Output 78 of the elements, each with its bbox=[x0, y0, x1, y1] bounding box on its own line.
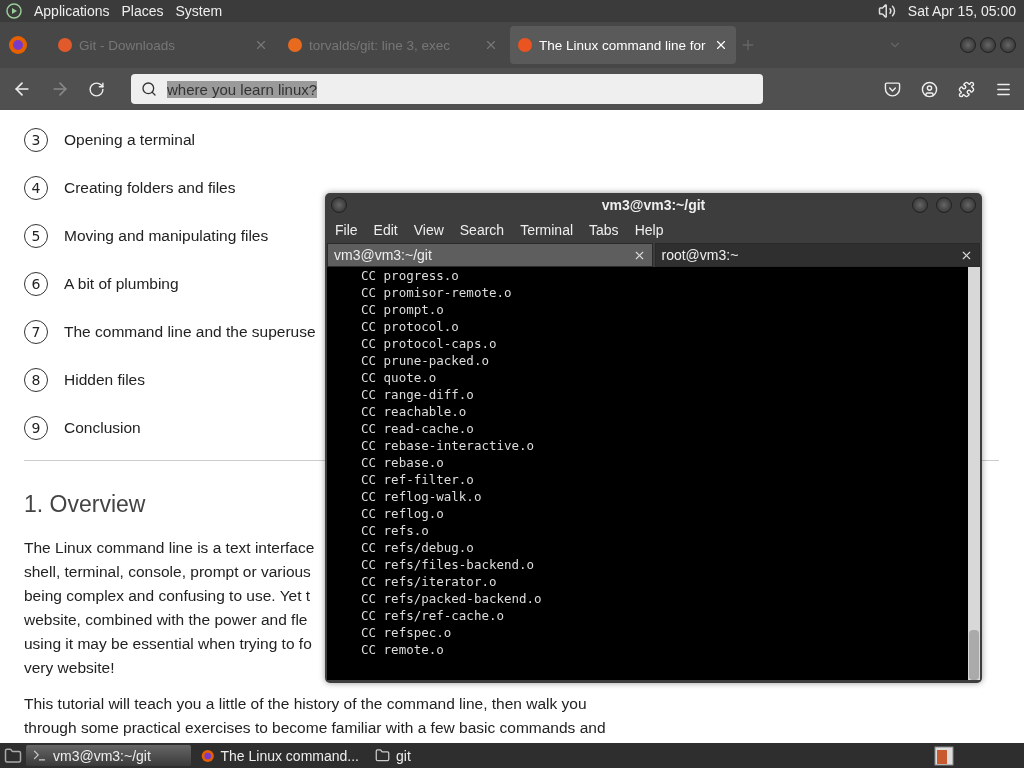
menu-item[interactable]: Terminal bbox=[514, 220, 580, 240]
output-line: CC reflog-walk.o bbox=[361, 488, 483, 505]
close-icon[interactable] bbox=[714, 38, 728, 52]
menu-item[interactable]: Tabs bbox=[583, 220, 625, 240]
site-icon bbox=[288, 38, 302, 52]
output-line: CC promisor-remote.o bbox=[361, 284, 513, 301]
output-line: CC refs/files-backend.o bbox=[361, 556, 536, 573]
output-line: CC reflog.o bbox=[361, 505, 445, 522]
output-line: CC ref-filter.o bbox=[361, 471, 475, 488]
pocket-icon[interactable] bbox=[884, 80, 901, 98]
browser-logo-icon bbox=[201, 747, 215, 764]
output-line: CC refs/ref-cache.o bbox=[361, 607, 505, 624]
browser-logo-icon[interactable] bbox=[8, 35, 28, 55]
step-link[interactable]: Moving and manipulating files bbox=[64, 227, 269, 245]
clock: Sat Apr 15, 05:00 bbox=[907, 3, 1016, 19]
window-control-icon[interactable] bbox=[960, 197, 976, 213]
account-icon[interactable] bbox=[921, 80, 938, 98]
browser-tab[interactable]: The Linux command line for bbox=[510, 26, 736, 64]
step-link[interactable]: Conclusion bbox=[64, 419, 141, 437]
search-icon bbox=[141, 81, 157, 97]
output-line: CC refs/debug.o bbox=[361, 539, 475, 556]
desktop-icon[interactable] bbox=[4, 746, 22, 765]
output-line: CC refs.o bbox=[361, 522, 430, 539]
panel-menu[interactable]: Places bbox=[121, 3, 164, 19]
menu-item[interactable]: Help bbox=[628, 220, 670, 240]
output-line: CC range-diff.o bbox=[361, 386, 475, 403]
address-field[interactable]: where you learn linux? bbox=[131, 74, 763, 104]
terminal-tab[interactable]: vm3@vm3:~/git bbox=[327, 243, 653, 267]
step-link[interactable]: Hidden files bbox=[64, 371, 145, 389]
output-line: CC prune-packed.o bbox=[361, 352, 490, 369]
output-line: CC refs/iterator.o bbox=[361, 573, 498, 590]
terminal-window[interactable] bbox=[325, 193, 982, 683]
output-line: CC protocol.o bbox=[361, 318, 460, 335]
output-line: CC refs/packed-backend.o bbox=[361, 590, 543, 607]
window-control-icon[interactable] bbox=[912, 197, 928, 213]
output-line: CC quote.o bbox=[361, 369, 438, 386]
window-title: vm3@vm3:~/git bbox=[601, 197, 706, 213]
volume-icon[interactable] bbox=[877, 2, 896, 20]
step-link[interactable]: The command line and the superuse bbox=[64, 323, 316, 341]
window-control-icon[interactable] bbox=[980, 37, 996, 53]
taskbar-item[interactable]: git bbox=[369, 745, 449, 766]
output-line: CC remote.o bbox=[361, 641, 445, 658]
paragraph: The Linux command line is a text interface shell, terminal, console, prompt or various being complex and confusing to use. Yet t website, combined with the power and fle using it may be essential when trying to fo very website! bbox=[24, 538, 315, 678]
output-line: CC read-cache.o bbox=[361, 420, 475, 437]
section-heading: 1. Overview bbox=[24, 491, 146, 518]
output-line: CC progress.o bbox=[361, 267, 460, 284]
window-control-icon[interactable] bbox=[960, 37, 976, 53]
step-link[interactable]: A bit of plumbing bbox=[64, 275, 179, 293]
paragraph: This tutorial will teach you a little of the history of the command line, then walk you through some practical exercises to become familiar with a few basic commands and bbox=[24, 694, 606, 738]
scrollbar[interactable] bbox=[968, 267, 980, 680]
output-line: CC protocol-caps.o bbox=[361, 335, 498, 352]
extensions-icon[interactable] bbox=[958, 80, 975, 98]
window-control-icon[interactable] bbox=[936, 197, 952, 213]
menu-item[interactable]: View bbox=[407, 220, 450, 240]
output-line: CC rebase.o bbox=[361, 454, 445, 471]
reload-icon[interactable] bbox=[88, 80, 105, 98]
output-line: CC prompt.o bbox=[361, 301, 445, 318]
folder-icon bbox=[375, 748, 390, 763]
step-link[interactable]: Creating folders and files bbox=[64, 179, 236, 197]
site-icon bbox=[58, 38, 72, 52]
menu-item[interactable]: File bbox=[329, 220, 364, 240]
output-line: CC refspec.o bbox=[361, 624, 453, 641]
distro-logo-icon[interactable] bbox=[6, 3, 22, 19]
workspace-icon[interactable] bbox=[934, 745, 954, 766]
site-icon bbox=[518, 38, 532, 52]
taskbar-item[interactable]: vm3@vm3:~/git bbox=[26, 745, 191, 766]
taskbar-item[interactable]: The Linux command... bbox=[195, 745, 365, 766]
terminal-icon bbox=[32, 748, 47, 763]
window-menu-icon[interactable] bbox=[331, 197, 347, 213]
panel-menu[interactable]: Applications bbox=[34, 3, 110, 19]
step-link[interactable]: Opening a terminal bbox=[64, 131, 195, 149]
menu-item[interactable]: Edit bbox=[367, 220, 404, 240]
menu-item[interactable]: Search bbox=[453, 220, 511, 240]
window-control-icon[interactable] bbox=[1000, 37, 1016, 53]
output-line: CC reachable.o bbox=[361, 403, 468, 420]
panel-menu[interactable]: System bbox=[175, 3, 223, 19]
terminal-tab[interactable]: root@vm3:~ bbox=[654, 243, 980, 267]
output-line: CC rebase-interactive.o bbox=[361, 437, 536, 454]
